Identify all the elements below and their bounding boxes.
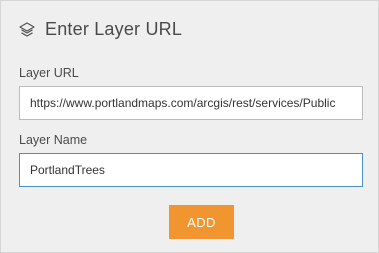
layers-icon	[18, 21, 36, 39]
layer-name-input[interactable]	[19, 153, 363, 187]
add-button[interactable]: ADD	[169, 205, 234, 239]
layer-url-panel: Enter Layer URL Layer URL Layer Name ADD	[0, 0, 379, 253]
panel-title: Enter Layer URL	[45, 19, 183, 39]
panel-header: Enter Layer URL	[18, 19, 182, 40]
layer-url-label: Layer URL	[19, 66, 79, 80]
layer-url-input[interactable]	[19, 86, 363, 120]
layer-name-label: Layer Name	[19, 133, 88, 147]
